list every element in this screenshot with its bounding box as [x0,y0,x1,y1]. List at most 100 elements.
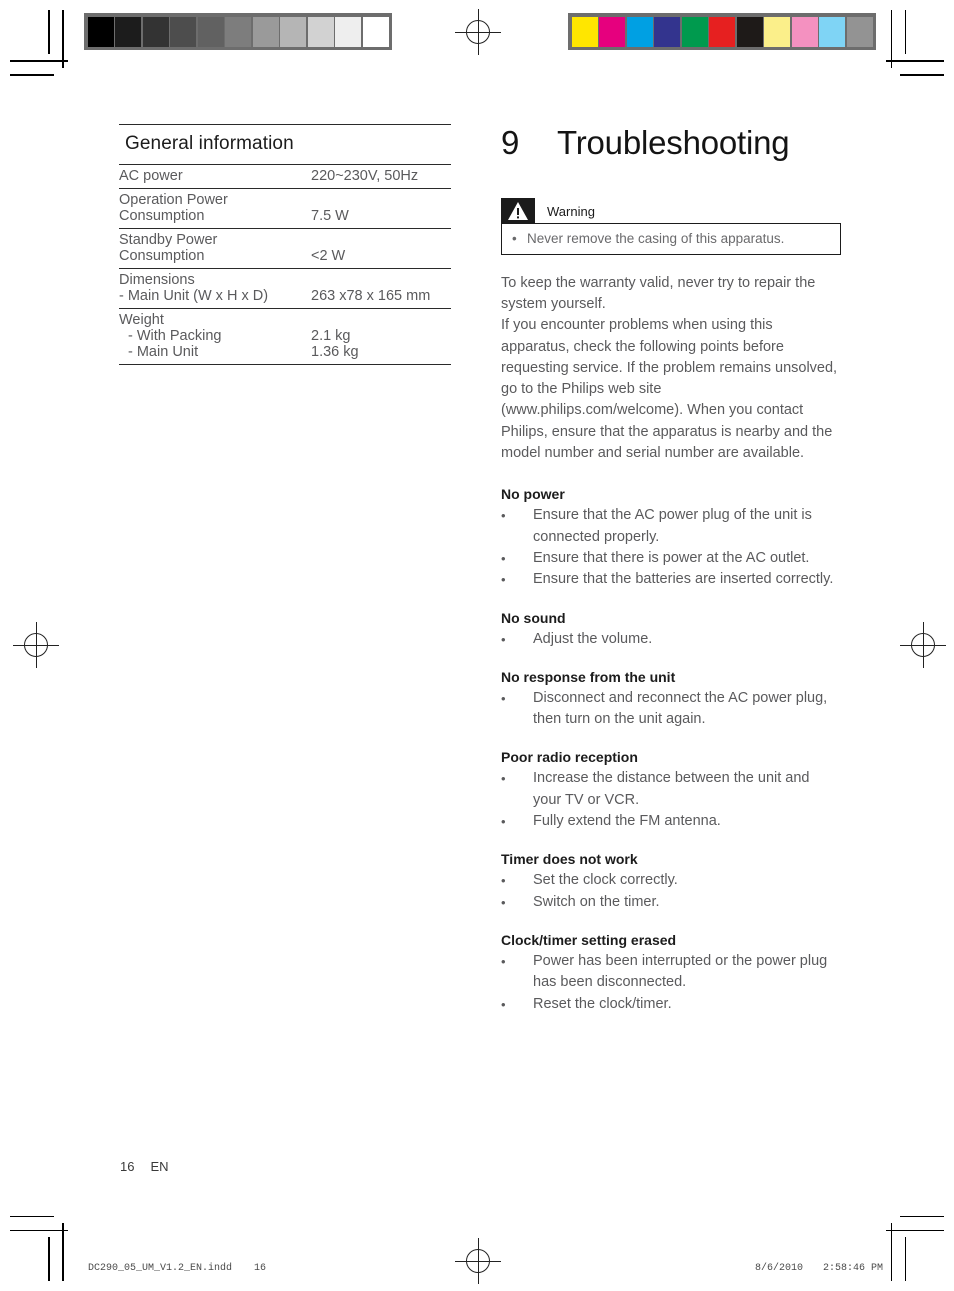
specifications-column: General information AC power 220~230V, 5… [119,124,451,365]
list-bullet: • [501,572,506,588]
table-title: General information [119,124,451,165]
section-heading: Poor radio reception [501,749,638,766]
grayscale-swatch-10 [362,16,389,47]
list-bullet: • [501,873,506,889]
grayscale-swatch-7 [280,16,306,47]
grayscale-swatch-4 [197,16,224,47]
row-value-weight-packing: 2.1 kg [311,328,351,344]
section-heading: Timer does not work [501,851,638,868]
color-swatch-10 [846,16,873,47]
row-key: Operation Power Consumption [119,188,311,229]
list-item: • Set the clock correctly. [501,870,841,891]
section-tip-list: • Set the clock correctly. • Switch on the … [501,870,841,913]
list-item-text: Power has been interrupted or the power … [533,952,828,991]
color-calibration-strip [568,13,876,50]
list-item: • Fully extend the FM antenna. [501,811,841,832]
list-item-text: Adjust the volume. [533,630,653,647]
warning-body: • Never remove the casing of this appara… [501,222,841,255]
imprint-filename-block: DC290_05_UM_V1.2_EN.indd 16 [88,1263,266,1274]
list-item: • Ensure that the batteries are inserted … [501,569,841,590]
list-bullet: • [501,953,506,969]
grayscale-swatch-1 [115,16,141,47]
color-swatch-8 [791,16,818,47]
list-bullet: • [501,894,506,910]
chapter-title: Troubleshooting [557,124,790,161]
row-key: AC power [119,164,311,189]
row-value-spacer [311,312,451,328]
list-bullet: • [501,631,506,647]
table-row: Weight - With Packing - Main Unit 2.1 kg… [119,308,451,365]
list-item: • Adjust the volume. [501,629,841,650]
table-row: Standby Power Consumption <2 W [119,228,451,269]
grayscale-swatch-3 [170,16,196,47]
list-item-text: Reset the clock/timer. [533,995,672,1012]
intro-paragraph-1: To keep the warranty valid, never try to… [501,274,816,312]
section-tip-list: • Increase the distance between the unit … [501,768,841,832]
registration-target-icon-left [13,622,59,668]
imprint-page: 16 [254,1263,267,1274]
crop-mark-top-left [10,10,82,82]
row-key-line1: Standby Power [119,232,218,248]
color-swatch-0 [571,16,598,47]
row-value-text: 263 x78 x 165 mm [311,288,431,304]
section-tip-list: • Ensure that the AC power plug of the un… [501,505,841,590]
warning-label: Warning [547,203,595,219]
color-swatch-4 [681,16,708,47]
section-tip-list: • Adjust the volume. [501,629,841,650]
list-item-text: Ensure that the batteries are inserted c… [533,571,834,588]
row-key-line1: Weight [119,312,164,328]
grayscale-swatch-5 [225,16,251,47]
troubleshooting-sections: No power • Ensure that the AC power plug o… [501,486,841,1014]
row-value-spacer [311,232,451,248]
section-tip-list: • Disconnect and reconnect the AC power p… [501,688,841,731]
row-key-line2: Consumption [119,248,205,264]
row-value-text: 7.5 W [311,208,349,224]
registration-target-icon-right [900,622,946,668]
page-folio: 16 EN [120,1159,169,1174]
row-key: Dimensions - Main Unit (W x H x D) [119,268,311,309]
warning-header: Warning [501,198,841,224]
section-heading: No sound [501,609,566,626]
list-bullet: • [501,814,506,830]
imprint-date: 8/6/2010 [755,1263,804,1274]
chapter-heading: 9 Troubleshooting [501,124,841,162]
list-item: • Power has been interrupted or the power… [501,951,841,994]
row-value-spacer [311,272,451,288]
color-swatch-6 [736,16,763,47]
list-item-text: Increase the distance between the unit a… [533,770,810,808]
imprint-timestamp-block: 8/6/2010 2:58:46 PM [755,1263,883,1274]
grayscale-swatch-0 [87,16,114,47]
troubleshooting-column: 9 Troubleshooting Warning • Never remove… [501,124,841,1015]
list-item: • Reset the clock/timer. [501,994,841,1015]
crop-mark-top-right [872,10,944,82]
color-swatch-5 [709,16,735,47]
table-row: Dimensions - Main Unit (W x H x D) 263 x… [119,268,451,309]
printed-page: General information AC power 220~230V, 5… [0,0,954,1291]
table-row: AC power 220~230V, 50Hz [119,164,451,189]
grayscale-calibration-strip [84,13,392,50]
table-row: Operation Power Consumption 7.5 W [119,188,451,229]
row-key-line1: Operation Power [119,192,228,208]
list-bullet: • [501,771,506,787]
warning-triangle-icon [501,198,535,224]
imprint-filename: DC290_05_UM_V1.2_EN.indd [88,1263,233,1274]
section-heading: Clock/timer setting erased [501,931,677,948]
warning-bullet: • [512,230,517,246]
list-bullet: • [501,690,506,706]
registration-target-icon-bottom [455,1238,501,1284]
row-key-weight-main: - Main Unit [128,344,199,360]
list-item-text: Ensure that there is power at the AC out… [533,549,810,566]
grayscale-swatch-6 [252,16,279,47]
row-value: <2 W [311,228,451,269]
row-key-line2: Consumption [119,208,205,224]
grayscale-swatch-2 [142,16,169,47]
row-value-spacer [311,192,451,208]
row-key-line1: Dimensions [119,272,195,288]
warning-text: Never remove the casing of this apparatu… [527,230,785,246]
list-item: • Ensure that there is power at the AC ou… [501,548,841,569]
chapter-number: 9 [501,124,520,161]
color-swatch-9 [819,16,845,47]
list-item-text: Fully extend the FM antenna. [533,813,721,830]
list-item-text: Switch on the timer. [533,893,660,910]
section-heading: No response from the unit [501,668,676,685]
